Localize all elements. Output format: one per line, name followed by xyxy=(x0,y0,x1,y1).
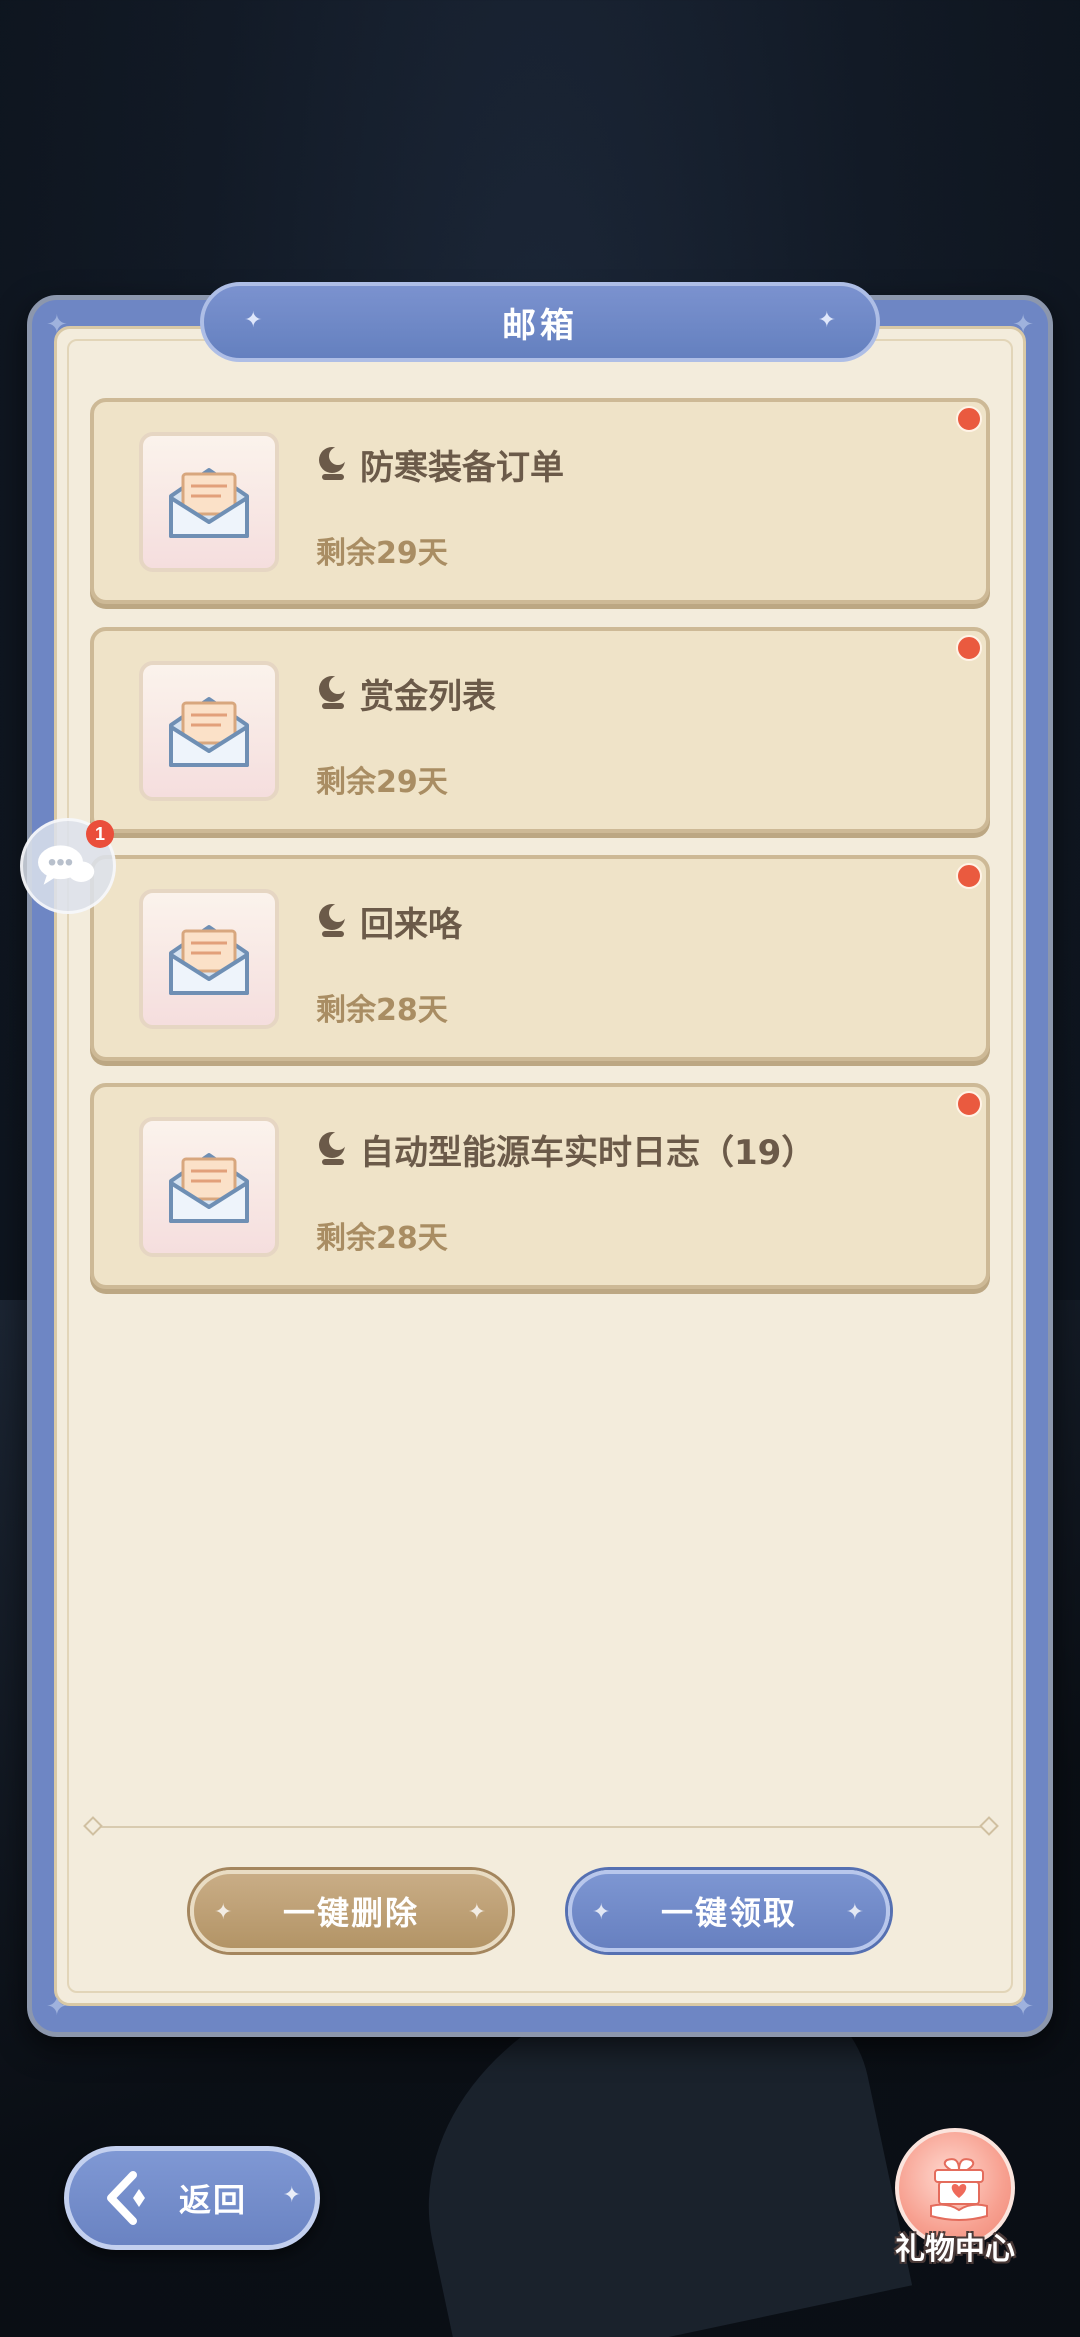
mail-expire-label: 剩余29天 xyxy=(316,765,448,800)
corner-star-icon: ✦ xyxy=(1012,1992,1034,2022)
mail-title: 防寒装备订单 xyxy=(360,448,564,488)
sparkle-icon: ✦ xyxy=(592,1900,613,1925)
open-envelope-icon xyxy=(169,697,249,767)
star-icon: ✦ xyxy=(244,308,263,333)
moon-icon xyxy=(319,1132,347,1165)
mail-expire-label: 剩余29天 xyxy=(316,536,448,571)
footer-divider xyxy=(95,1826,985,1828)
mail-item[interactable]: 回来咯 剩余28天 xyxy=(90,855,990,1061)
mail-item[interactable]: 自动型能源车实时日志（19） 剩余28天 xyxy=(90,1083,990,1289)
gift-center-label: 礼物中心 xyxy=(895,2232,1015,2267)
sparkle-icon: ✦ xyxy=(282,2183,301,2208)
unread-dot xyxy=(956,406,982,432)
sparkle-icon: ✦ xyxy=(467,1900,488,1925)
mail-icon-box xyxy=(139,1117,279,1257)
unread-dot xyxy=(956,863,982,889)
mail-icon-box xyxy=(139,432,279,572)
unread-dot xyxy=(956,635,982,661)
mail-title: 回来咯 xyxy=(360,905,462,945)
back-label: 返回 xyxy=(179,2181,248,2219)
back-button[interactable]: 返回 ✦ xyxy=(64,2146,320,2250)
chat-unread-badge: 1 xyxy=(86,820,114,848)
back-arrow-icon xyxy=(107,2171,145,2225)
delete-all-label: 一键删除 xyxy=(282,1894,419,1932)
mailbox-title-tab: ✦ 邮箱 ✦ xyxy=(200,282,880,362)
mail-icon-box xyxy=(139,661,279,801)
gift-heart-icon xyxy=(930,2158,988,2221)
sparkle-icon: ✦ xyxy=(214,1900,235,1925)
mail-icon-box xyxy=(139,889,279,1029)
delete-all-button[interactable]: ✦ 一键删除 ✦ xyxy=(190,1870,512,1952)
claim-all-button[interactable]: ✦ 一键领取 ✦ xyxy=(568,1870,890,1952)
star-icon: ✦ xyxy=(817,308,836,333)
moon-icon xyxy=(319,447,347,480)
open-envelope-icon xyxy=(169,468,249,538)
mailbox-title: 邮箱 xyxy=(502,305,578,346)
mail-item[interactable]: 防寒装备订单 剩余29天 xyxy=(90,398,990,604)
open-envelope-icon xyxy=(169,1153,249,1223)
mail-item[interactable]: 赏金列表 剩余29天 xyxy=(90,627,990,833)
mail-title: 赏金列表 xyxy=(360,677,496,717)
corner-star-icon: ✦ xyxy=(1012,310,1034,340)
moon-icon xyxy=(319,676,347,709)
mail-expire-label: 剩余28天 xyxy=(316,993,448,1028)
mail-expire-label: 剩余28天 xyxy=(316,1221,448,1256)
corner-star-icon: ✦ xyxy=(46,1992,68,2022)
sparkle-icon: ✦ xyxy=(845,1900,866,1925)
gift-center-button[interactable]: 礼物中心 xyxy=(880,2128,1030,2288)
open-envelope-icon xyxy=(169,925,249,995)
corner-star-icon: ✦ xyxy=(46,310,68,340)
moon-icon xyxy=(319,904,347,937)
mail-title: 自动型能源车实时日志（19） xyxy=(360,1133,816,1173)
claim-all-label: 一键领取 xyxy=(660,1894,797,1932)
unread-dot xyxy=(956,1091,982,1117)
